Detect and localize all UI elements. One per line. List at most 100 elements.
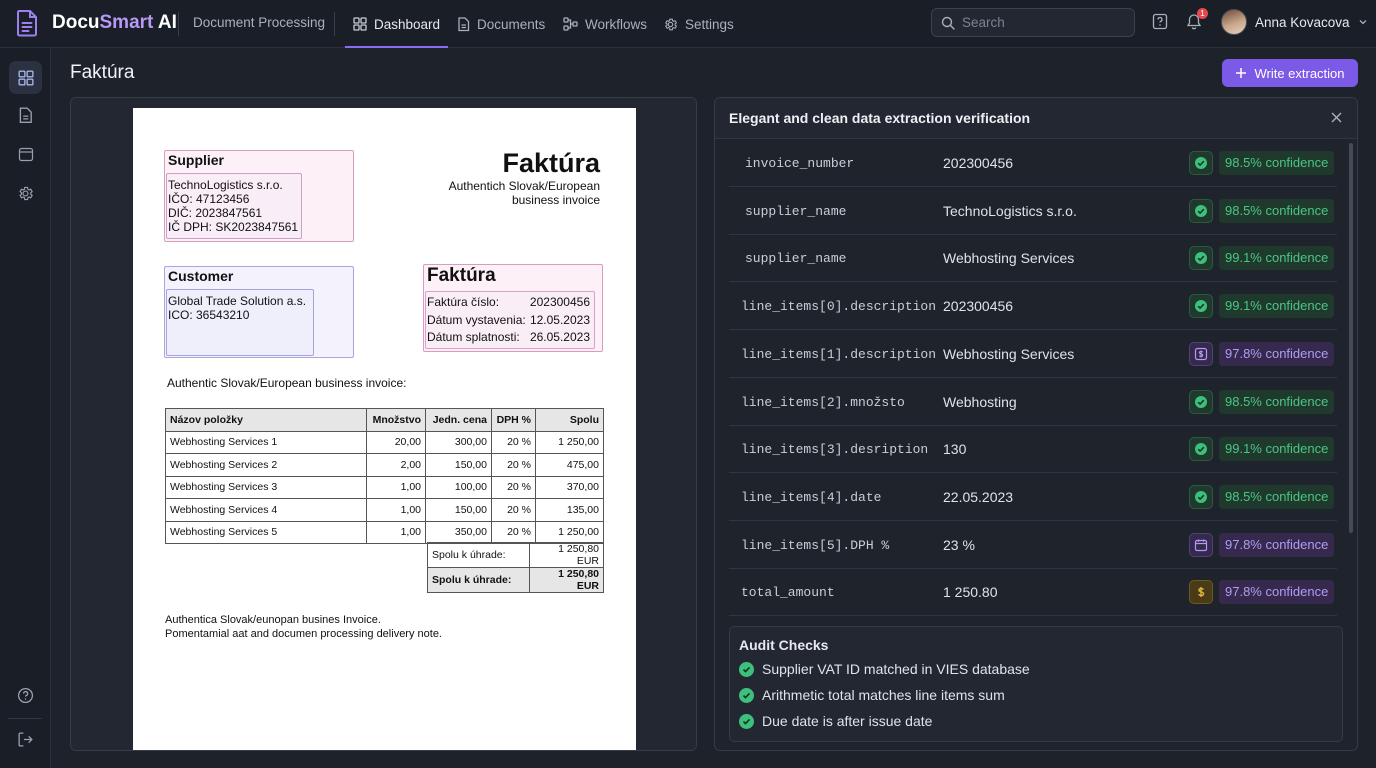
panel-header: Elegant and clean data extraction verifi… [715, 98, 1357, 139]
table-cell: 20 % [491, 498, 536, 522]
sidebar-item-help[interactable] [9, 679, 42, 712]
check-circle-icon [739, 713, 754, 729]
table-cell: 150,00 [425, 498, 492, 522]
sidebar-item-dashboard[interactable] [9, 61, 42, 94]
table-cell: 1,00 [366, 475, 426, 499]
document-icon [458, 16, 470, 31]
table-row[interactable]: Webhosting Services 3 1,00 100,00 20 % 3… [165, 475, 604, 499]
extracted-field-row[interactable]: supplier_name Webhosting Services 99.1% co… [729, 235, 1337, 283]
field-value[interactable]: 1 250.80 [943, 584, 998, 600]
total-row[interactable]: Spolu k úhrade: 1 250,80 EUR [427, 542, 604, 568]
extracted-field-row[interactable]: line_items[3].desription 130 99.1% confide… [729, 426, 1337, 474]
field-value[interactable]: Webhosting [943, 394, 1017, 410]
dollar-box-icon[interactable] [1189, 341, 1213, 366]
invoice-document: Supplier TechnoLogistics s.r.o. IČO: 471… [133, 108, 636, 750]
nav-dashboard[interactable]: Dashboard [344, 0, 449, 48]
field-value[interactable]: 202300456 [943, 298, 1013, 314]
table-cell: Webhosting Services 5 [165, 520, 367, 544]
scrollbar[interactable] [1349, 143, 1353, 533]
field-value[interactable]: Webhosting Services [943, 250, 1074, 266]
workflow-icon [563, 17, 578, 31]
dollar-icon[interactable] [1189, 580, 1213, 605]
document-logo-icon [17, 10, 37, 37]
check-circle-icon[interactable] [1189, 437, 1213, 462]
table-cell: 150,00 [425, 453, 492, 477]
field-value[interactable]: 22.05.2023 [943, 489, 1013, 505]
nav-label: Workflows [585, 16, 648, 32]
sidebar-item-archive[interactable] [9, 138, 42, 171]
sidebar-item-logout[interactable] [9, 723, 42, 756]
field-name: total_amount [741, 585, 835, 601]
footer-note: Pomentamial aat and documen processing d… [165, 628, 442, 640]
check-circle-icon[interactable] [1189, 389, 1213, 414]
field-value[interactable]: 23 % [943, 537, 975, 553]
app-logo[interactable]: DocuSmart AI [14, 9, 177, 37]
extracted-field-row[interactable]: line_items[2].množsto Webhosting 98.5% con… [729, 379, 1337, 426]
notification-badge: 1 [1197, 8, 1208, 19]
extracted-field-row[interactable]: invoice_number 202300456 98.5% confidence [729, 140, 1337, 187]
column-header: Názov položky [165, 408, 367, 432]
table-cell: 1,00 [366, 520, 426, 544]
supplier-line: IČ DPH: SK2023847561 [168, 220, 299, 234]
totals-table: Spolu k úhrade: 1 250,80 EUR Spolu k úhr… [427, 542, 604, 593]
table-row[interactable]: Webhosting Services 5 1,00 350,00 20 % 1… [165, 520, 604, 544]
table-cell: 350,00 [425, 520, 492, 544]
search-input[interactable] [962, 15, 1122, 30]
confidence-badge: 98.5% confidence [1219, 151, 1335, 175]
field-name: line_items[1].description [741, 346, 937, 362]
gear-icon [19, 186, 33, 201]
nav-documents[interactable]: Documents [457, 0, 545, 48]
check-circle-icon[interactable] [1189, 294, 1213, 319]
extracted-field-row[interactable]: supplier_name TechnoLogistics s.r.o. 98.5%… [729, 188, 1337, 235]
table-row[interactable]: Webhosting Services 1 20,00 300,00 20 % … [165, 430, 604, 454]
nav-settings[interactable]: Settings [663, 0, 734, 48]
sidebar-item-documents[interactable] [9, 99, 42, 132]
table-row[interactable]: Webhosting Services 2 2,00 150,00 20 % 4… [165, 453, 604, 477]
left-sidebar [0, 48, 51, 768]
field-name: line_items[0].description [741, 299, 937, 315]
extracted-field-row[interactable]: line_items[5].DPH % 23 % 97.8% confidence [729, 522, 1337, 569]
extracted-field-row[interactable]: total_amount 1 250.80 97.8% confidence [729, 569, 1337, 617]
extracted-field-row[interactable]: line_items[1].description Webhosting Serv… [729, 331, 1337, 378]
meta-label: Dátum splatnosti: [427, 330, 520, 344]
user-menu[interactable]: Anna Kovacova [1221, 9, 1368, 35]
field-value[interactable]: TechnoLogistics s.r.o. [943, 203, 1077, 219]
field-value[interactable]: 202300456 [943, 155, 1013, 171]
field-value[interactable]: 130 [943, 441, 966, 457]
write-extraction-button[interactable]: Write extraction [1222, 59, 1358, 87]
document-preview-panel: Supplier TechnoLogistics s.r.o. IČO: 471… [70, 97, 697, 751]
close-icon[interactable] [1330, 111, 1343, 124]
extracted-field-row[interactable]: line_items[4].date 22.05.2023 98.5% confid… [729, 474, 1337, 521]
table-cell: 1 250,00 [535, 520, 604, 544]
check-circle-icon[interactable] [1189, 484, 1213, 509]
help-book-icon[interactable] [1152, 13, 1168, 30]
field-name: invoice_number [745, 156, 855, 171]
table-cell: 1,00 [366, 498, 426, 522]
meta-value: 12.05.2023 [529, 313, 590, 327]
customer-heading: Customer [168, 268, 234, 284]
table-cell: 300,00 [425, 430, 492, 454]
nav-workflows[interactable]: Workflows [563, 0, 647, 48]
search-box[interactable] [931, 8, 1135, 37]
extracted-field-row[interactable]: line_items[0].description 202300456 99.1% … [729, 283, 1337, 331]
check-circle-icon[interactable] [1189, 151, 1213, 175]
field-name: line_items[3].desription [741, 442, 929, 458]
check-circle-icon[interactable] [1189, 246, 1213, 271]
field-name: line_items[4].date [741, 489, 882, 505]
column-header: Jedn. cena [425, 408, 492, 432]
table-row[interactable]: Webhosting Services 4 1,00 150,00 20 % 1… [165, 498, 604, 522]
field-value[interactable]: Webhosting Services [943, 346, 1074, 362]
grand-total-row[interactable]: Spolu k úhrade: 1 250,80 EUR [427, 567, 604, 593]
confidence-badge: 97.8% confidence [1219, 532, 1335, 557]
nav-label: Documents [477, 16, 546, 32]
sidebar-item-settings[interactable] [9, 177, 42, 210]
table-cell: 20 % [491, 475, 536, 499]
app-name: DocuSmart AI [52, 12, 177, 33]
user-name: Anna Kovacova [1255, 14, 1350, 30]
calendar-icon[interactable] [1189, 532, 1213, 557]
table-cell: 20 % [491, 430, 536, 454]
nav-label: Dashboard [374, 16, 441, 32]
supplier-line: TechnoLogistics s.r.o. [168, 178, 283, 192]
confidence-badge: 97.8% confidence [1219, 341, 1335, 366]
check-circle-icon[interactable] [1189, 198, 1213, 223]
